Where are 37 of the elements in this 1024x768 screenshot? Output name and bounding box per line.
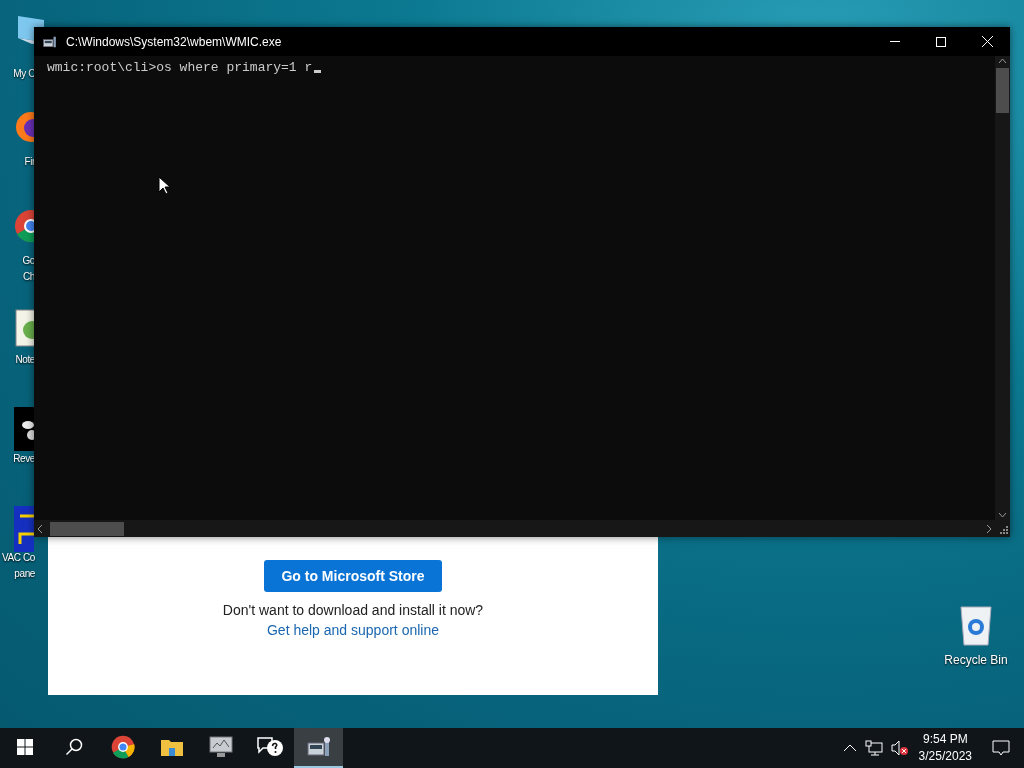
text-cursor <box>314 70 322 73</box>
search-icon <box>64 738 83 756</box>
clock-time[interactable]: 9:54 PM <box>922 731 968 748</box>
monitor-icon <box>207 735 234 759</box>
desktop-icon-label[interactable]: Reve <box>0 451 35 467</box>
console-app-icon <box>42 34 58 49</box>
network-icon[interactable] <box>864 740 883 756</box>
desktop-icon-label[interactable]: Fir <box>0 154 35 170</box>
console-line: wmic:root\cli>os where primary=1 r <box>47 60 995 76</box>
minimize-icon <box>890 41 900 42</box>
chevron-up-icon[interactable] <box>842 743 857 753</box>
notification-icon[interactable] <box>992 739 1010 757</box>
cables-icon <box>14 506 34 552</box>
window-title: C:\Windows\System32\wbem\WMIC.exe <box>66 34 283 49</box>
store-button[interactable]: Go to Microsoft Store <box>264 560 442 592</box>
scroll-down-icon[interactable] <box>998 510 1007 520</box>
desktop-icon-label[interactable]: Note <box>0 352 35 368</box>
recycle-bin-icon[interactable] <box>958 603 994 647</box>
muted-speaker-icon[interactable] <box>890 740 909 756</box>
chrome-icon <box>110 735 135 759</box>
folder-icon <box>159 737 184 757</box>
clock-date[interactable]: 3/25/2023 <box>918 748 972 765</box>
scroll-up-icon[interactable] <box>998 56 1007 66</box>
windows-logo-icon <box>16 739 33 755</box>
download-message: Don't want to download and install it now? Get help and support online <box>221 601 485 640</box>
close-icon <box>981 36 993 47</box>
notepad-icon <box>14 308 34 348</box>
help-chat-icon <box>255 735 284 759</box>
console-app-icon <box>305 735 332 759</box>
scrollbar-thumb[interactable] <box>50 521 124 536</box>
scrollbar-thumb[interactable] <box>996 68 1009 113</box>
help-link[interactable]: Get help and support online <box>267 622 439 638</box>
taskbar-button[interactable] <box>294 728 343 768</box>
desktop-icon-label[interactable]: Recycle Bin <box>944 653 1008 667</box>
mouse-pointer-icon <box>158 176 170 195</box>
maximize-icon <box>936 36 946 47</box>
desktop-icon-label[interactable]: VAC Co pane <box>0 550 35 582</box>
